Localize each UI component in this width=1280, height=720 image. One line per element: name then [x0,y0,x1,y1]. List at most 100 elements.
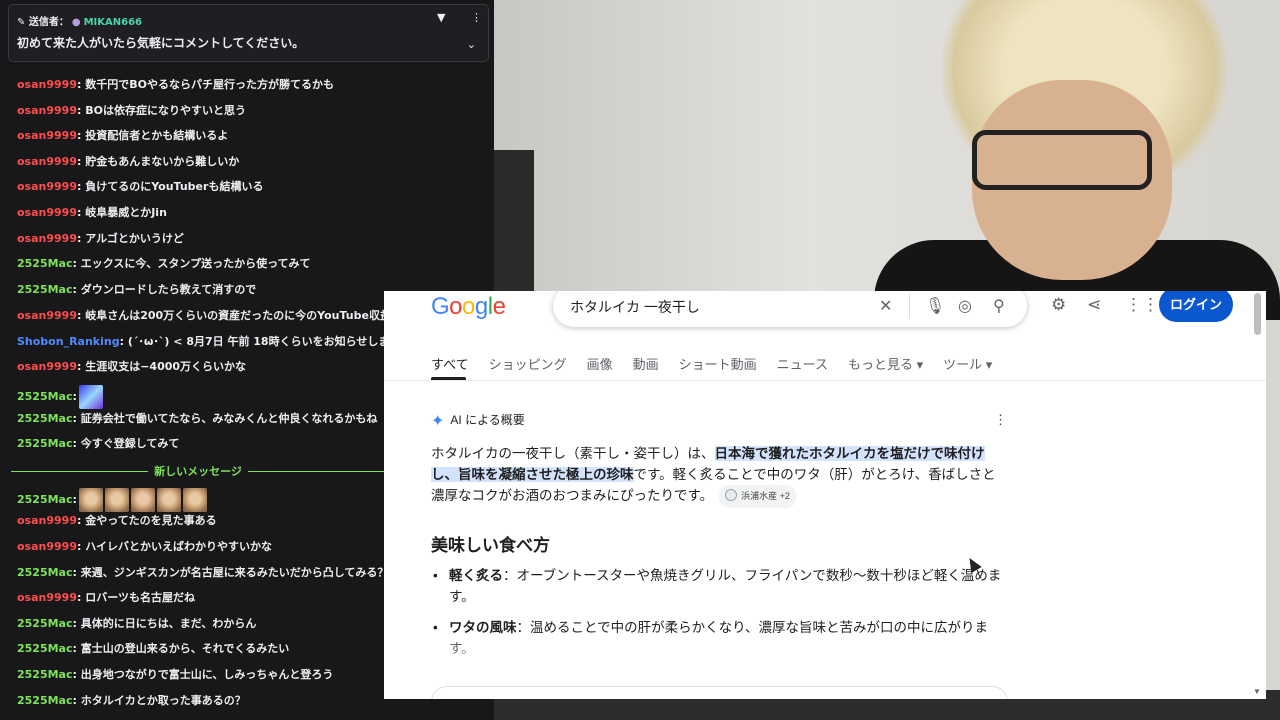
scroll-down-arrow-icon[interactable]: ▼ [1253,687,1261,696]
chat-message: osan9999: アルゴとかいうけど [17,231,184,247]
google-search-window: Google ホタルイカ 一夜干し ✕ 🎙 ◎ ⚲ ⚙ ⋖ ⋮⋮ ログイン すべ… [384,291,1266,699]
chat-text: : 来週、ジンギスカンが名古屋に来るみたいだから凸してみる？ [72,566,389,579]
source-chip[interactable]: 浜浦水産 +2 [719,485,796,508]
chat-message: osan9999: 金やってたのを見た事ある [17,513,217,529]
chat-username[interactable]: osan9999 [17,232,77,245]
pinned-prefix: 送信者： [28,17,69,28]
chat-username[interactable]: 2525Mac [17,437,73,450]
chat-message: 2525Mac: [17,385,103,409]
chat-message: 2525Mac: ホタルイカとか取った事あるの？ [17,693,246,709]
chat-message: osan9999: 岐阜さんは200万くらいの資産だったのに今のYouTube収… [17,308,391,324]
chat-username[interactable]: osan9999 [17,104,77,117]
chat-message: osan9999: 貯金もあんまないから難しいか [17,154,239,170]
chat-username[interactable]: osan9999 [17,360,77,373]
chat-username[interactable]: 2525Mac [17,257,73,270]
chat-username[interactable]: 2525Mac [17,390,73,403]
emote-image [78,385,103,409]
chat-text: : エックスに今、スタンプ送ったから使ってみて [72,257,311,270]
chat-text: : 今すぐ登録してみて [72,437,180,450]
ai-overview-paragraph: ホタルイカの一夜干し（素干し・姿干し）は、日本海で獲れたホタルイカを塩だけで味付… [431,443,1001,508]
chat-text: : 負けてるのにYouTuberも結構いる [76,180,264,193]
show-more-card[interactable] [431,686,1008,699]
chat-text: : ダウンロードしたら教えて消すので [72,283,257,296]
chat-text: : 富士山の登山来るから、それでくるみたい [72,642,290,655]
pinned-sender-row: ✎ 送信者： ● MIKAN666 [17,13,142,28]
tab-more[interactable]: もっと見る ▾ [848,354,923,373]
chat-username[interactable]: 2525Mac [17,617,73,630]
chat-message: osan9999: 投資配信者とかも結構いるよ [17,128,228,144]
tab-all[interactable]: すべて [431,354,469,373]
share-icon[interactable]: ⋖ [1087,295,1101,315]
emote-image [78,488,103,512]
chat-text: : 岐阜暴威とかJin [76,206,167,219]
chat-message: 2525Mac: 証券会社で働いてたなら、みなみくんと仲良くなれるかもね [17,411,377,427]
chat-username[interactable]: osan9999 [17,129,77,142]
chevron-down-icon[interactable]: ⌄ [467,38,476,51]
chat-username[interactable]: osan9999 [17,309,77,322]
google-logo[interactable]: Google [431,293,506,321]
chat-username[interactable]: osan9999 [17,591,77,604]
chat-message: 2525Mac: 富士山の登山来るから、それでくるみたい [17,641,289,657]
emote-image [104,488,129,512]
chat-text: : BOは依存症になりやすいと思う [76,104,246,117]
chat-username[interactable]: 2525Mac [17,412,73,425]
emote-image [182,488,207,512]
scrollbar-thumb[interactable] [1254,293,1261,335]
chat-message: osan9999: 生涯収支は−4000万くらいかな [17,359,246,375]
clear-icon[interactable]: ✕ [879,296,892,316]
tab-short-videos[interactable]: ショート動画 [679,354,757,373]
chat-username[interactable]: osan9999 [17,180,77,193]
ai-overview-heading: ✦ AI による概要 [431,413,525,430]
search-icon[interactable]: ⚲ [993,296,1005,316]
chat-text: : 生涯収支は−4000万くらいかな [76,360,247,373]
chat-username[interactable]: 2525Mac [17,283,73,296]
list-item: 軽く炙る：オーブントースターや魚焼きグリル、フライパンで数秒〜数十秒ほど軽く温め… [431,565,1011,607]
chat-text: : 証券会社で働いてたなら、みなみくんと仲良くなれるかもね [72,412,378,425]
unpin-icon[interactable]: ▼ [437,11,445,24]
chat-text: : ロバーツも名古屋だね [76,591,195,604]
chat-text: : [72,390,77,403]
chat-username[interactable]: Shobon_Ranking [17,335,120,348]
chat-username[interactable]: 2525Mac [17,566,73,579]
chat-text: : 出身地つながりで富士山に、しみっちゃんと登ろう [72,668,334,681]
tab-news[interactable]: ニュース [777,354,828,373]
chat-username[interactable]: osan9999 [17,155,77,168]
pinned-message[interactable]: ✎ 送信者： ● MIKAN666 初めて来た人がいたら気軽にコメントしてください。… [8,4,489,62]
chat-username[interactable]: osan9999 [17,514,77,527]
chat-text: : ホタルイカとか取った事あるの？ [72,694,246,707]
chat-text: : 金やってたのを見た事ある [76,514,217,527]
ai-overview-more-icon[interactable]: ⋮ [994,412,1007,428]
chat-message: osan9999: BOは依存症になりやすいと思う [17,103,246,119]
chat-username[interactable]: osan9999 [17,78,77,91]
apps-grid-icon[interactable]: ⋮⋮ [1125,295,1159,315]
chat-message: 2525Mac: ダウンロードしたら教えて消すので [17,282,256,298]
more-options-icon[interactable]: ⋮ [471,11,482,24]
chat-username[interactable]: osan9999 [17,206,77,219]
login-button[interactable]: ログイン [1159,291,1233,322]
search-box[interactable]: ホタルイカ 一夜干し ✕ 🎙 ◎ ⚲ [553,291,1027,327]
chat-text: : 貯金もあんまないから難しいか [76,155,240,168]
chat-username[interactable]: 2525Mac [17,668,73,681]
microphone-icon[interactable]: 🎙 [925,296,945,316]
chat-message: 2525Mac: 来週、ジンギスカンが名古屋に来るみたいだから凸してみる？ [17,565,388,581]
chat-text: : アルゴとかいうけど [76,232,184,245]
chat-message: 2525Mac: 出身地つながりで富士山に、しみっちゃんと登ろう [17,667,333,683]
chat-username[interactable]: 2525Mac [17,694,73,707]
chat-username[interactable]: osan9999 [17,540,77,553]
tab-tools[interactable]: ツール ▾ [943,354,992,373]
chat-username[interactable]: 2525Mac [17,493,73,506]
chat-text: : 具体的に日にちは、まだ、わからん [72,617,257,630]
chat-username[interactable]: 2525Mac [17,642,73,655]
chat-message: 2525Mac: 今すぐ登録してみて [17,436,179,452]
chat-text: : [72,493,77,506]
sparkle-icon: ✦ [431,413,445,430]
tab-shopping[interactable]: ショッピング [489,354,567,373]
lens-icon[interactable]: ◎ [958,296,972,316]
tab-videos[interactable]: 動画 [633,354,659,373]
search-input[interactable]: ホタルイカ 一夜干し [570,297,700,317]
chat-message: osan9999: ロバーツも名古屋だね [17,590,195,606]
chat-message: 2525Mac: [17,488,207,512]
tab-images[interactable]: 画像 [587,354,613,373]
microphone-icon: ● [71,17,81,28]
settings-gear-icon[interactable]: ⚙ [1051,295,1066,315]
